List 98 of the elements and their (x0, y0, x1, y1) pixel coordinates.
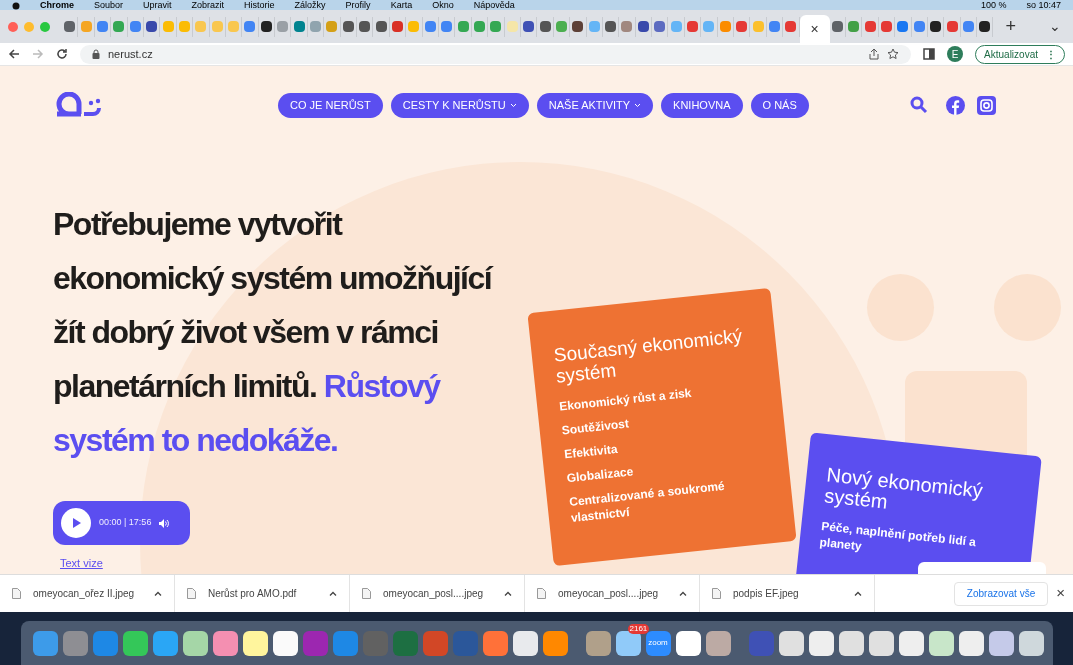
browser-tab[interactable] (357, 16, 374, 37)
browser-tab[interactable] (829, 16, 846, 37)
new-tab-button[interactable]: + (1005, 13, 1016, 40)
menu-item[interactable]: Profily (345, 0, 371, 10)
browser-tab[interactable] (570, 16, 587, 37)
nav-button[interactable]: CESTY K NERŮSTU (390, 92, 529, 118)
facebook-icon[interactable] (946, 95, 965, 115)
browser-tab[interactable] (537, 16, 554, 37)
back-icon[interactable] (8, 48, 20, 60)
file-icon (362, 588, 371, 599)
menu-app-name[interactable]: Chrome (40, 0, 74, 10)
card-title: Nový ekonomický systém (823, 464, 985, 515)
forward-icon[interactable] (32, 48, 44, 60)
app-icon[interactable] (675, 630, 701, 656)
tab-close-icon[interactable]: × (810, 18, 819, 40)
app-icon[interactable] (898, 630, 924, 656)
menu-item[interactable]: Okno (432, 0, 454, 10)
audio-player[interactable]: 00:00 | 17:56 (53, 501, 190, 545)
caret-up-icon (854, 591, 862, 596)
audio-time: 00:00 | 17:56 (99, 516, 152, 530)
browser-tab[interactable] (143, 16, 161, 37)
app-icon[interactable] (212, 630, 238, 656)
show-all-button[interactable]: Zobrazovat vše (953, 581, 1049, 606)
file-icon (187, 588, 196, 599)
more-icon[interactable]: ⋮ (1046, 46, 1056, 62)
menu-item[interactable]: Historie (244, 0, 275, 10)
card-item: Efektivita (563, 440, 620, 463)
browser-tab[interactable] (977, 16, 994, 37)
nav-button[interactable]: CO JE NERŮST (278, 92, 383, 118)
file-icon (537, 588, 546, 599)
app-icon[interactable] (272, 630, 298, 656)
menu-item[interactable]: Nápověda (473, 0, 515, 10)
nav-button[interactable]: NAŠE AKTIVITY (536, 92, 654, 118)
lock-icon (92, 49, 100, 59)
caret-up-icon (329, 591, 337, 596)
window-control-icon (40, 21, 50, 32)
reload-icon[interactable] (56, 48, 68, 60)
app-icon[interactable] (705, 630, 731, 656)
app-icon[interactable] (122, 630, 148, 656)
chevron-down-icon (509, 102, 517, 108)
menu-clock: so 10:47 (1026, 0, 1061, 10)
menu-item[interactable]: Soubor (94, 0, 124, 10)
star-icon[interactable] (887, 48, 900, 60)
hero-headline: Potřebujeme vytvořit ekonomický systém umožňující žít dobrý život všem v rámci planetárních limitů. Růstový systém to nedokáže. (53, 205, 494, 460)
file-icon (712, 588, 721, 599)
browser-tab[interactable] (373, 16, 390, 37)
file-icon (12, 588, 21, 599)
browser-tab[interactable] (635, 16, 653, 37)
card-item: Globalizace (566, 463, 635, 487)
app-icon[interactable] (958, 630, 984, 656)
browser-tab[interactable]: × (799, 15, 830, 43)
menu-item[interactable]: Zobrazit (191, 0, 225, 10)
chevron-down-icon (634, 102, 642, 108)
app-icon[interactable] (988, 630, 1014, 656)
app-icon[interactable] (778, 630, 804, 656)
app-icon[interactable] (808, 630, 834, 656)
caret-up-icon (504, 591, 512, 596)
app-icon[interactable] (542, 630, 568, 656)
app-icon[interactable] (1018, 630, 1044, 656)
apple-icon (12, 0, 20, 10)
browser-tab[interactable] (602, 16, 620, 37)
card-item: Ekonomický růst a zisk (558, 385, 694, 415)
tab-list-button[interactable]: ⌄ (1049, 16, 1061, 37)
app-icon[interactable] (928, 630, 954, 656)
card-item: Soutěživost (561, 415, 631, 439)
app-icon[interactable] (838, 630, 864, 656)
profile-avatar[interactable]: E (947, 46, 964, 62)
app-icon[interactable] (512, 630, 538, 656)
instagram-icon[interactable] (977, 95, 996, 115)
card-title: Současný ekonomický systém (552, 325, 745, 387)
caret-up-icon (154, 591, 162, 596)
battery-percent: 100 % (980, 0, 1007, 10)
browser-tab[interactable] (258, 16, 276, 37)
menu-item[interactable]: Upravit (143, 0, 172, 10)
play-icon[interactable] (61, 508, 91, 538)
card-item: Péče, naplnění potřeb lidí a planety (818, 518, 978, 556)
search-icon[interactable] (910, 96, 928, 114)
menu-item[interactable]: Záložky (294, 0, 326, 10)
sidebar-icon[interactable] (923, 48, 936, 60)
nav-button[interactable]: KNIHOVNA (661, 92, 743, 118)
app-icon[interactable] (615, 630, 641, 656)
share-icon[interactable] (869, 48, 880, 60)
browser-tab[interactable] (927, 16, 945, 37)
notification-badge: 2161 (627, 623, 650, 634)
window-control-icon (24, 21, 34, 32)
app-icon[interactable] (242, 630, 268, 656)
address-field[interactable]: nerust.cz (80, 44, 912, 64)
app-icon[interactable] (182, 630, 208, 656)
app-icon[interactable] (868, 630, 894, 656)
window-control-icon (8, 21, 18, 32)
browser-tab[interactable] (520, 16, 538, 37)
menu-item[interactable]: Karta (390, 0, 413, 10)
text-link[interactable]: Text vize (60, 555, 103, 572)
close-button[interactable]: × (1056, 582, 1065, 605)
caret-up-icon (679, 591, 687, 596)
volume-icon[interactable] (159, 518, 170, 528)
browser-tab[interactable] (340, 16, 358, 37)
nav-button[interactable]: O NÁS (750, 92, 809, 118)
